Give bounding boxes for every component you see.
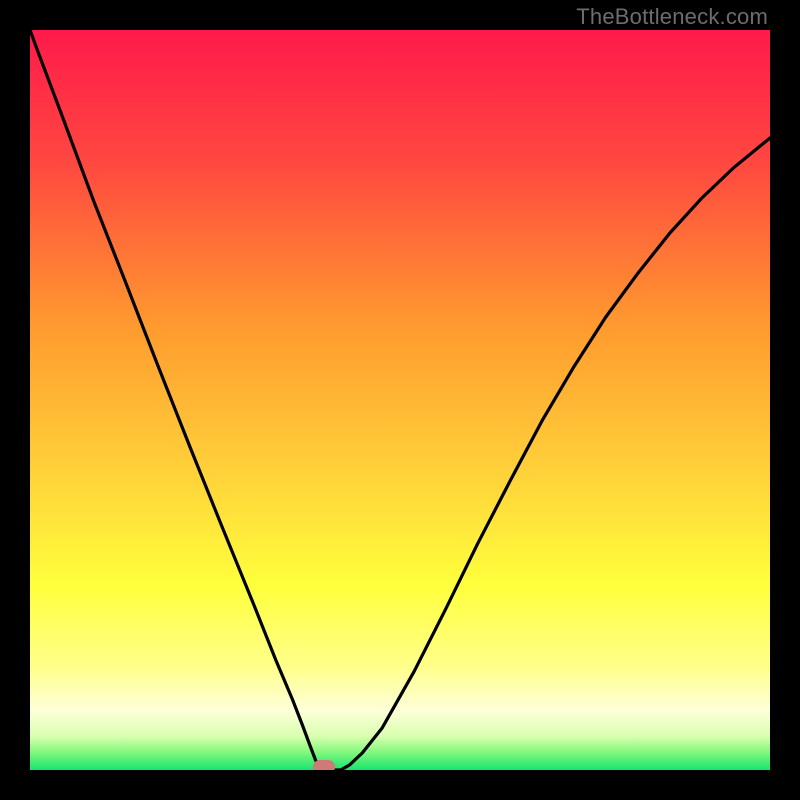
optimal-marker (313, 760, 335, 770)
watermark-text: TheBottleneck.com (576, 4, 768, 30)
plot-area (30, 30, 770, 770)
curve-layer (30, 30, 770, 770)
bottleneck-curve (30, 30, 770, 770)
outer-frame: TheBottleneck.com (0, 0, 800, 800)
